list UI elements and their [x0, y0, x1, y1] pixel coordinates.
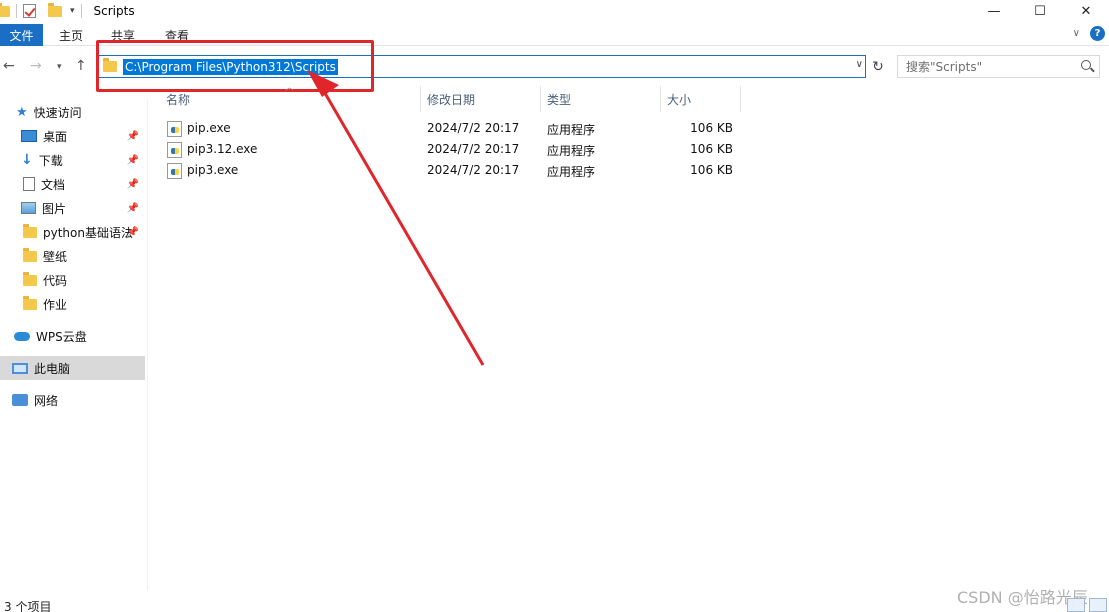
sidebar-item-label: 网络 — [34, 393, 59, 408]
column-divider[interactable] — [540, 86, 541, 112]
sidebar-item-label: 桌面 — [43, 129, 68, 144]
large-icons-view-icon[interactable] — [1089, 598, 1107, 612]
sidebar-item-pictures[interactable]: 图片 📌 — [0, 196, 145, 220]
column-header-size[interactable]: 大小 — [667, 86, 691, 112]
file-modified: 2024/7/2 20:17 — [427, 163, 520, 177]
computer-icon — [12, 362, 28, 374]
download-icon: ↓ — [21, 152, 33, 168]
file-name: pip3.12.exe — [187, 142, 258, 156]
sidebar-item-label: 文档 — [41, 177, 66, 192]
details-view-icon[interactable] — [1067, 598, 1085, 612]
file-size: 106 KB — [690, 142, 733, 156]
sidebar-item-code[interactable]: 代码 — [0, 268, 145, 292]
column-divider[interactable] — [740, 86, 741, 112]
file-modified: 2024/7/2 20:17 — [427, 121, 520, 135]
file-modified: 2024/7/2 20:17 — [427, 142, 520, 156]
table-row[interactable]: pip.exe 2024/7/2 20:17 应用程序 106 KB — [160, 118, 740, 139]
sort-indicator-icon: ︿ — [285, 83, 295, 93]
column-header-name[interactable]: 名称 — [166, 86, 190, 112]
file-name: pip3.exe — [187, 163, 239, 177]
navigation-pane: ★ 快速访问 桌面 📌 ↓ 下载 📌 文档 📌 图片 📌 python基础语法 … — [0, 100, 148, 590]
picture-icon — [21, 202, 36, 214]
python-file-icon — [167, 142, 182, 158]
view-switcher — [1067, 598, 1107, 612]
sidebar-item-python-basics[interactable]: python基础语法 📌 — [0, 220, 145, 244]
sidebar-item-wps-cloud[interactable]: WPS云盘 — [0, 324, 145, 348]
file-type: 应用程序 — [547, 123, 596, 137]
sidebar-item-network[interactable]: 网络 — [0, 388, 145, 412]
sidebar-item-this-pc[interactable]: 此电脑 — [0, 356, 145, 380]
annotation-arrow-head — [307, 70, 339, 97]
sidebar-item-documents[interactable]: 文档 📌 — [0, 172, 145, 196]
file-type: 应用程序 — [547, 144, 596, 158]
star-icon: ★ — [16, 104, 28, 120]
file-type: 应用程序 — [547, 165, 596, 179]
folder-icon — [23, 295, 37, 310]
sidebar-item-label: python基础语法 — [43, 225, 133, 240]
pin-icon[interactable]: 📌 — [127, 155, 139, 166]
sidebar-item-label: 快速访问 — [33, 105, 82, 120]
network-icon — [12, 394, 28, 406]
folder-icon — [23, 271, 37, 286]
cloud-icon — [14, 331, 30, 341]
desktop-icon — [21, 130, 37, 142]
pin-icon[interactable]: 📌 — [127, 179, 139, 190]
column-header-modified[interactable]: 修改日期 — [427, 86, 475, 112]
table-row[interactable]: pip3.12.exe 2024/7/2 20:17 应用程序 106 KB — [160, 139, 740, 160]
file-name: pip.exe — [187, 121, 231, 135]
python-file-icon — [167, 163, 182, 179]
sidebar-item-homework[interactable]: 作业 — [0, 292, 145, 316]
column-divider[interactable] — [420, 86, 421, 112]
sidebar-item-quick-access[interactable]: ★ 快速访问 — [0, 100, 145, 124]
sidebar-item-downloads[interactable]: ↓ 下载 📌 — [0, 148, 145, 172]
column-divider[interactable] — [660, 86, 661, 112]
sidebar-item-label: 图片 — [42, 201, 67, 216]
sidebar-item-desktop[interactable]: 桌面 📌 — [0, 124, 145, 148]
column-header-type[interactable]: 类型 — [547, 86, 571, 112]
pin-icon[interactable]: 📌 — [127, 203, 139, 214]
sidebar-item-label: 壁纸 — [43, 249, 68, 264]
sidebar-item-wallpaper[interactable]: 壁纸 — [0, 244, 145, 268]
pin-icon[interactable]: 📌 — [127, 227, 139, 238]
python-file-icon — [167, 121, 182, 137]
folder-icon — [23, 223, 37, 238]
sidebar-item-label: 下载 — [38, 153, 63, 168]
sidebar-item-label: WPS云盘 — [36, 329, 87, 344]
status-item-count: 3 个项目 — [4, 600, 52, 612]
file-size: 106 KB — [690, 121, 733, 135]
pin-icon[interactable]: 📌 — [127, 131, 139, 142]
sidebar-item-label: 代码 — [43, 273, 68, 288]
folder-icon — [23, 247, 37, 262]
sidebar-item-label: 作业 — [43, 297, 68, 312]
sidebar-item-label: 此电脑 — [34, 361, 71, 376]
document-icon — [23, 177, 35, 191]
file-size: 106 KB — [690, 163, 733, 177]
table-row[interactable]: pip3.exe 2024/7/2 20:17 应用程序 106 KB — [160, 160, 740, 181]
